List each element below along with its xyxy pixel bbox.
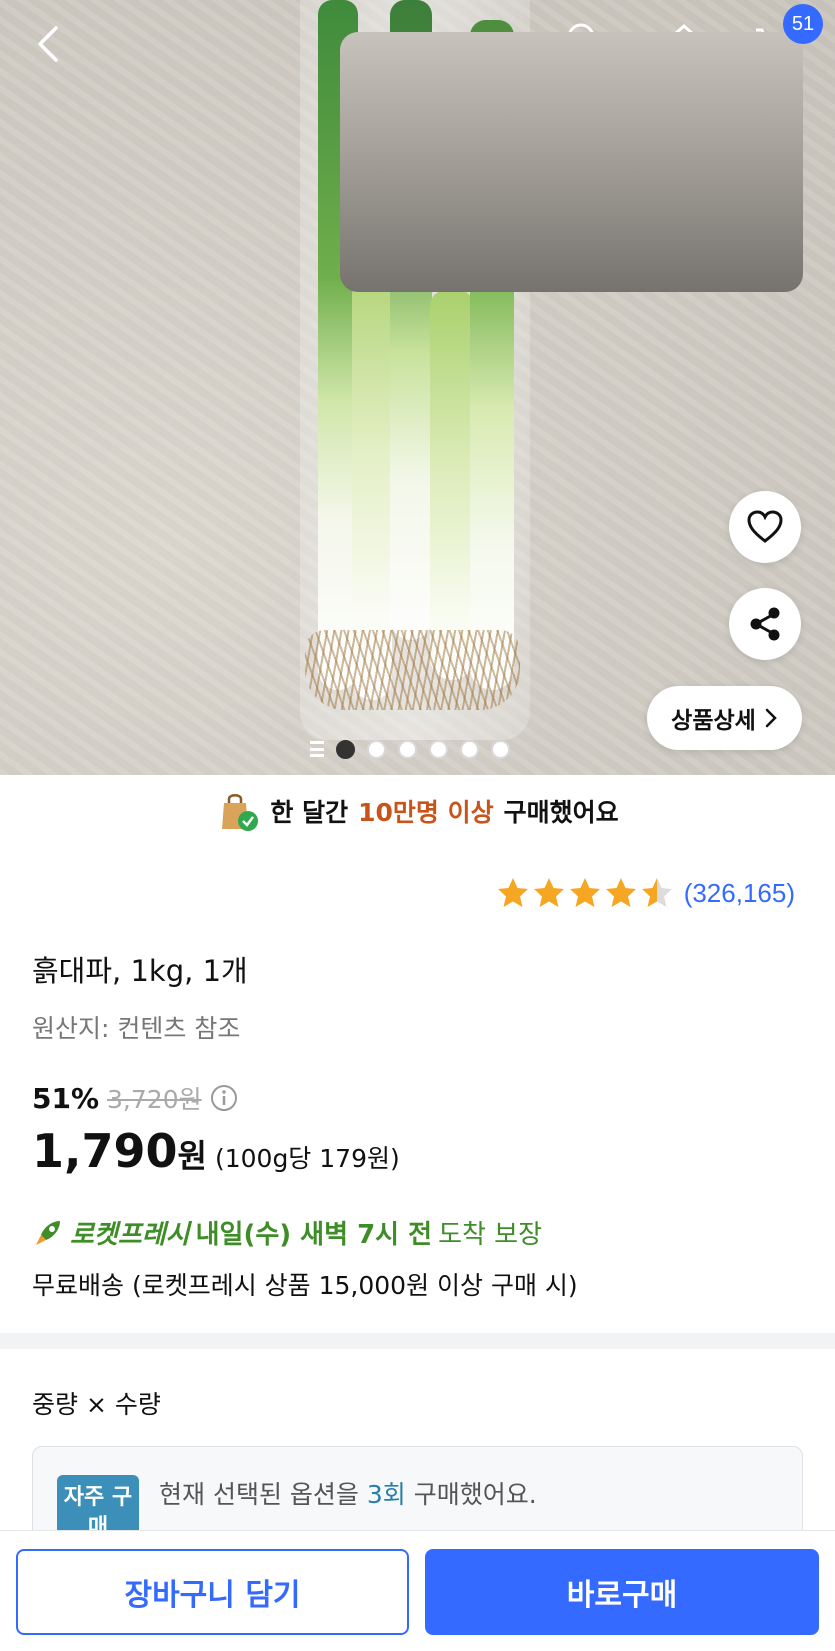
banner-prefix: 한 달간	[270, 798, 349, 827]
star-icon	[497, 878, 528, 907]
chevron-right-icon	[765, 708, 777, 728]
review-count[interactable]: (326,165)	[684, 878, 795, 909]
sale-price-row: 1,790원 (100g당 179원)	[32, 1124, 400, 1178]
leek-stalk	[430, 290, 474, 680]
gallery-dot[interactable]	[491, 739, 510, 759]
discount-rate: 51%	[32, 1081, 100, 1115]
gallery-dot[interactable]	[429, 739, 448, 759]
star-icon	[605, 878, 636, 907]
heart-icon	[747, 510, 783, 543]
purchase-history-text: 현재 선택된 옵션을 3회 구매했어요.	[159, 1475, 537, 1511]
sale-price-unit: 원	[177, 1137, 207, 1175]
rocket-fresh-label: 로켓프레시	[70, 1220, 190, 1250]
bottom-action-bar: 장바구니 담기 바로구매	[0, 1530, 835, 1651]
info-icon[interactable]	[210, 1084, 238, 1112]
rating-summary[interactable]: (326,165)	[496, 876, 795, 910]
option-label: 중량 × 수량	[32, 1390, 161, 1419]
cart-count-badge: 51	[783, 4, 823, 44]
shopping-bag-check-icon	[222, 794, 259, 831]
blurred-overlay	[340, 32, 803, 292]
gallery-dot[interactable]	[460, 739, 479, 759]
delivery-info: 로켓프레시 내일(수) 새벽 7시 전 도착 보장	[32, 1214, 542, 1251]
banner-highlight: 10만명 이상	[358, 798, 494, 827]
original-price: 3,720원	[107, 1085, 202, 1114]
popularity-banner: 한 달간 10만명 이상 구매했어요	[0, 778, 835, 844]
delivery-guarantee: 도착 보장	[438, 1220, 543, 1250]
gallery-dot[interactable]	[336, 739, 355, 759]
history-prefix: 현재 선택된 옵션을	[159, 1480, 359, 1509]
rocket-icon	[36, 1220, 60, 1245]
delivery-time: 내일(수) 새벽 7시 전	[195, 1220, 433, 1250]
gallery-grid-icon[interactable]	[310, 741, 324, 757]
share-button[interactable]	[729, 588, 801, 660]
sale-price: 1,790원	[32, 1124, 207, 1178]
product-title: 흙대파, 1kg, 1개	[32, 954, 248, 988]
share-icon	[750, 607, 780, 641]
discount-row: 51% 3,720원	[32, 1080, 238, 1116]
product-detail-button[interactable]: 상품상세	[647, 686, 802, 750]
chevron-left-icon	[38, 26, 58, 62]
buy-now-button[interactable]: 바로구매	[425, 1549, 819, 1635]
star-rating	[497, 878, 672, 907]
history-count: 3회	[366, 1480, 406, 1509]
banner-suffix: 구매했어요	[503, 798, 619, 827]
gallery-dot[interactable]	[367, 739, 386, 759]
sale-price-number: 1,790	[32, 1124, 178, 1178]
add-to-cart-button[interactable]: 장바구니 담기	[16, 1549, 409, 1635]
gallery-pagination[interactable]	[310, 737, 510, 761]
gallery-dot[interactable]	[398, 739, 417, 759]
product-detail-label: 상품상세	[671, 708, 756, 734]
history-suffix: 구매했어요.	[413, 1480, 537, 1509]
product-page: 51 상품상세 한 달간 10만명 이상 구매했어요 (326,165) 흙대파…	[0, 0, 835, 1651]
product-origin: 원산지: 컨텐츠 참조	[32, 1014, 241, 1043]
wishlist-button[interactable]	[729, 491, 801, 563]
half-star-icon	[641, 878, 672, 907]
product-image-gallery[interactable]: 51 상품상세	[0, 0, 835, 775]
star-icon	[569, 878, 600, 907]
leek-roots	[305, 630, 520, 710]
back-button[interactable]	[28, 22, 72, 66]
star-icon	[533, 878, 564, 907]
shipping-info: 무료배송 (로켓프레시 상품 15,000원 이상 구매 시)	[32, 1271, 578, 1300]
unit-price: (100g당 179원)	[214, 1144, 400, 1173]
section-divider	[0, 1333, 835, 1349]
